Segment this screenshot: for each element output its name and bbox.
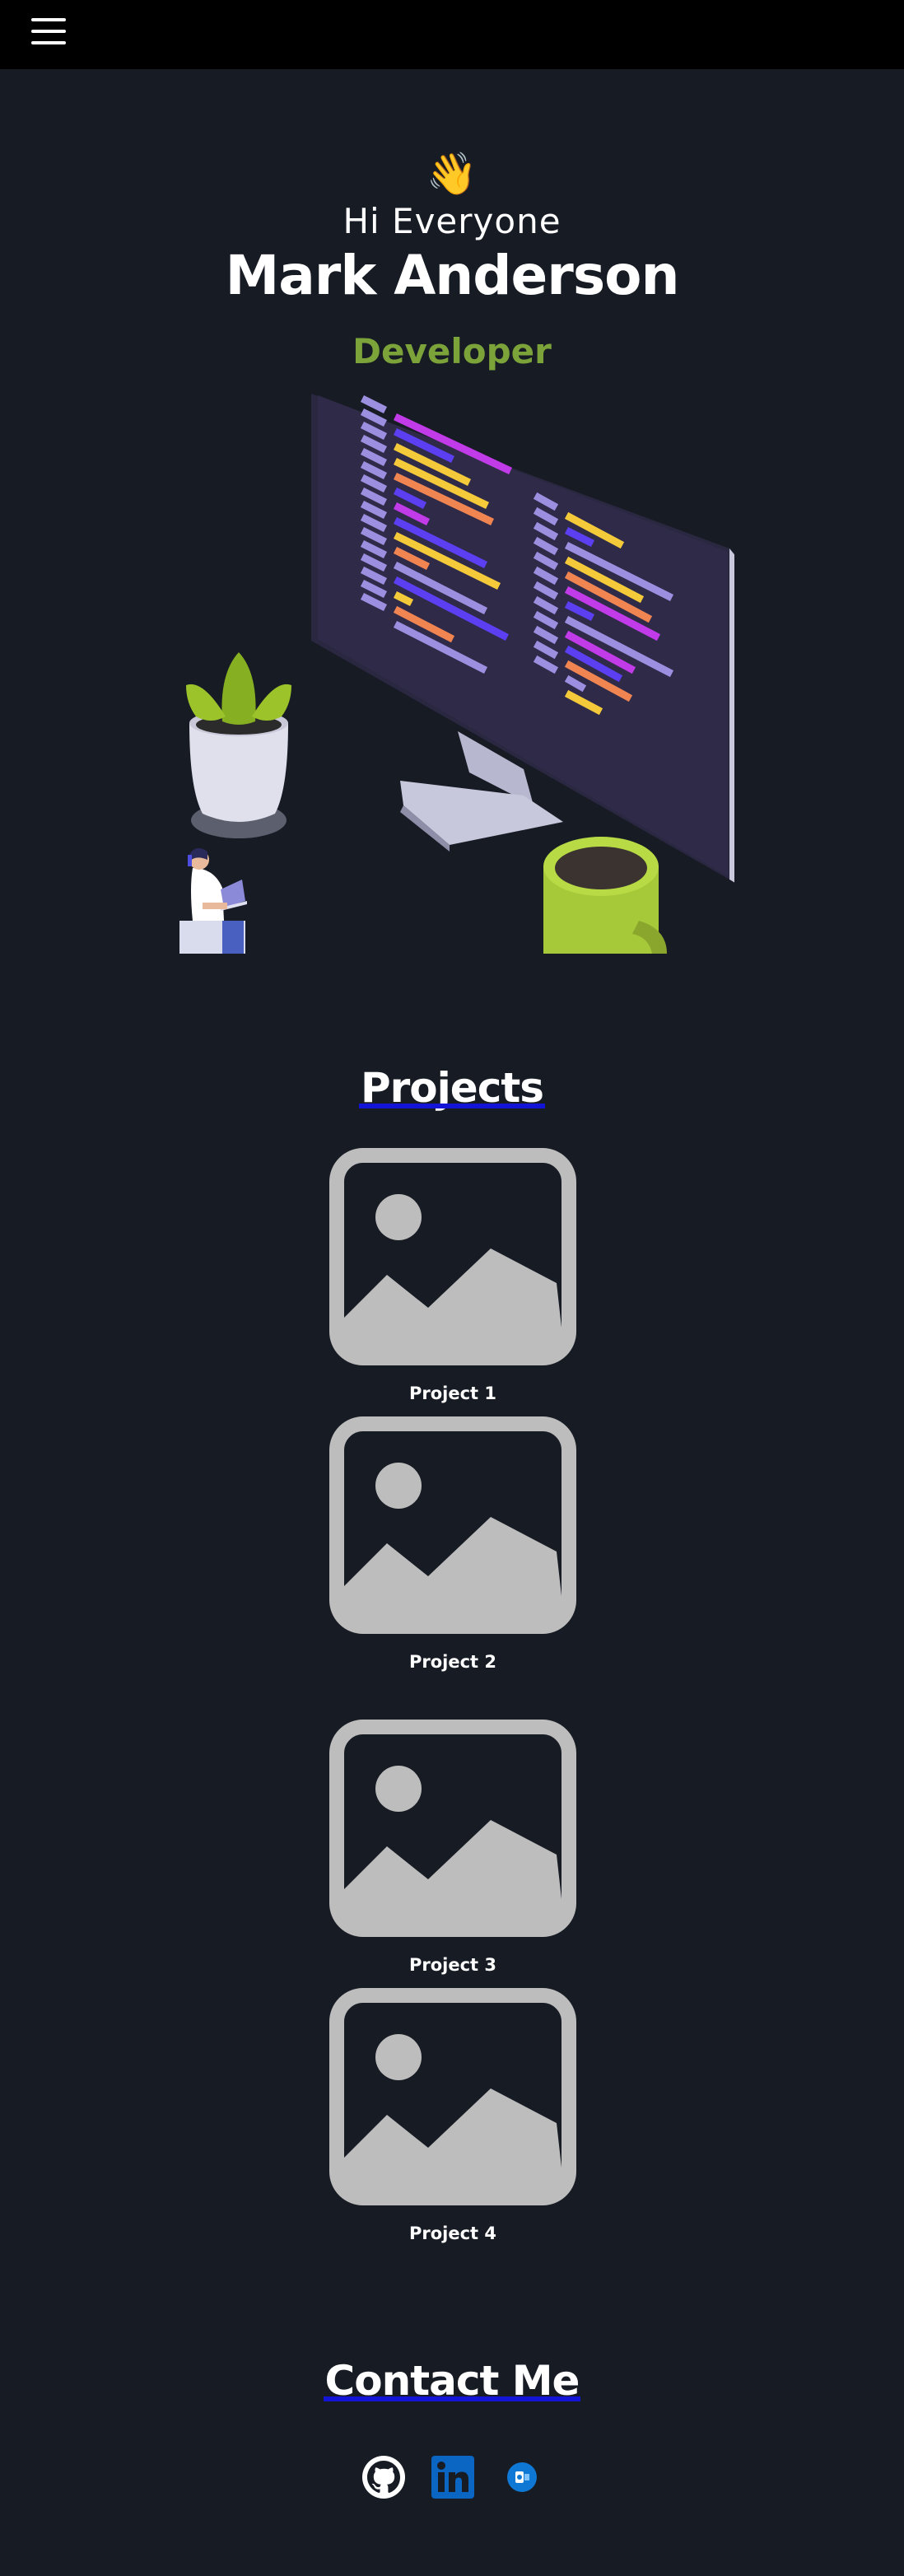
hero-name: Mark Anderson	[225, 244, 680, 307]
image-placeholder-icon	[329, 1720, 576, 1937]
waving-hand-icon: 👋	[426, 150, 478, 198]
linkedin-icon[interactable]	[431, 2452, 474, 2502]
project-card[interactable]: Project 4	[329, 1988, 576, 2243]
project-card[interactable]: Project 3	[329, 1720, 576, 1975]
github-icon[interactable]	[359, 2452, 408, 2502]
developer-workspace-illustration	[179, 394, 734, 954]
project-card[interactable]: Project 2	[329, 1416, 576, 1672]
project-card[interactable]: Project 1	[329, 1148, 576, 1403]
greeting-text: Hi Everyone	[342, 201, 562, 241]
project-title[interactable]: Project 2	[329, 1652, 576, 1672]
contact-title: Contact Me	[323, 2357, 581, 2405]
image-placeholder-icon	[329, 1148, 576, 1365]
hamburger-menu-icon[interactable]	[31, 18, 66, 44]
project-title[interactable]: Project 1	[329, 1384, 576, 1403]
project-title[interactable]: Project 4	[329, 2224, 576, 2243]
projects-title: Projects	[358, 1064, 546, 1112]
hero-role: Developer	[352, 331, 552, 371]
outlook-mail-icon[interactable]	[506, 2452, 538, 2502]
image-placeholder-icon	[329, 1988, 576, 2205]
contact-heading: Contact Me	[0, 2357, 904, 2405]
top-bar	[0, 0, 904, 69]
image-placeholder-icon	[329, 1416, 576, 1634]
projects-heading: Projects	[0, 1064, 904, 1112]
project-title[interactable]: Project 3	[329, 1955, 576, 1975]
